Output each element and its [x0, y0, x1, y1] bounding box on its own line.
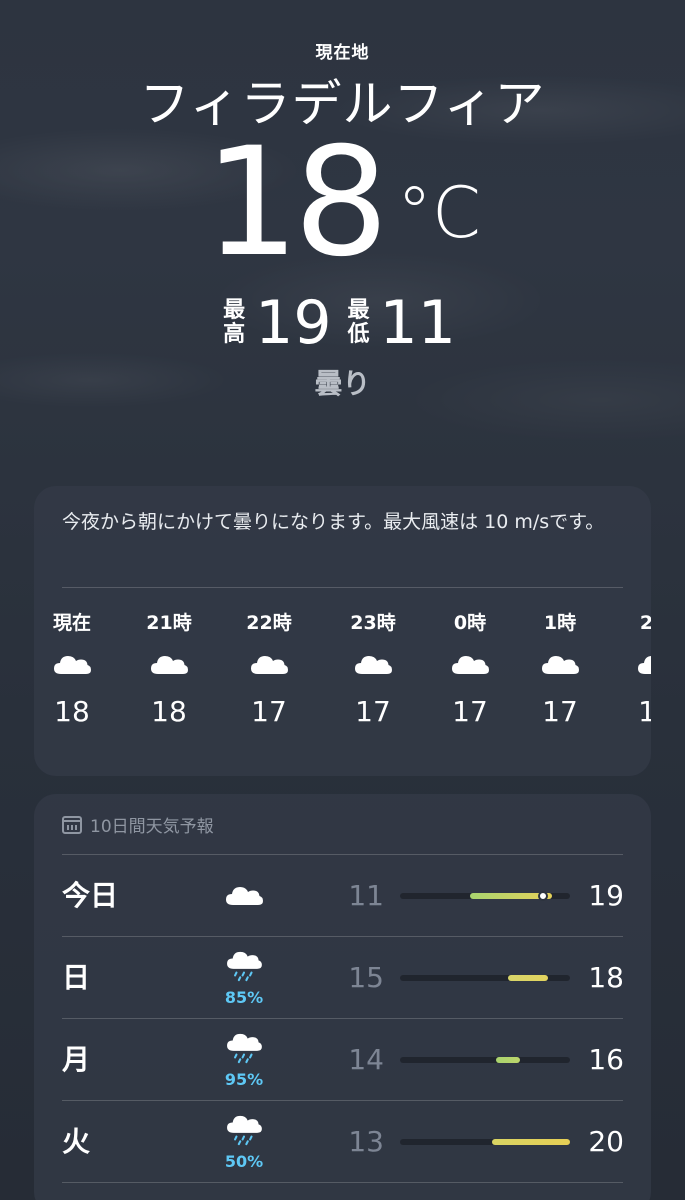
high-low: 最 高 19 最 低 11	[0, 292, 685, 354]
forecast-low: 11	[348, 879, 384, 912]
forecast-high: 18	[588, 961, 624, 994]
temperature-range-bar	[400, 1139, 570, 1145]
ten-day-forecast-card[interactable]: 10日間天気予報 今日 11 19 日 85% 15 18 月 95% 14 16 火 50% 13 20	[34, 794, 651, 1200]
hour-temperature: 18	[151, 695, 187, 728]
hour-label: 現在	[52, 612, 91, 634]
forecast-row[interactable]: 今日 11 19	[34, 855, 651, 937]
hour-label: 23時	[350, 612, 396, 634]
ten-day-title: 10日間天気予報	[90, 817, 214, 837]
forecast-high: 19	[588, 879, 624, 912]
low-value: 11	[379, 288, 456, 358]
hourly-item: 0時 17	[425, 608, 515, 732]
forecast-icon-wrap	[204, 855, 284, 937]
forecast-icon-wrap: 50%	[204, 1101, 284, 1183]
cloud-icon	[224, 882, 264, 911]
hour-label: 1時	[543, 612, 577, 634]
hour-temperature: 18	[54, 695, 90, 728]
calendar-icon	[62, 815, 82, 834]
temperature-range-bar	[400, 891, 570, 901]
temperature-range-fill	[492, 1139, 570, 1145]
cloud-rain-icon	[225, 1114, 263, 1150]
forecast-row[interactable]: 日 85% 15 18	[34, 937, 651, 1019]
hour-label: 22時	[246, 612, 292, 634]
current-temperature: 18 °C	[0, 128, 685, 288]
forecast-low: 13	[348, 1125, 384, 1158]
precip-chance: 50%	[224, 1151, 264, 1171]
high-label: 最 高	[223, 299, 245, 347]
hour-temperature: 17	[355, 695, 391, 728]
hourly-item: 2時 17	[611, 608, 651, 732]
high-label-2: 高	[223, 322, 246, 347]
forecast-row[interactable]: 月 95% 14 16	[34, 1019, 651, 1101]
temperature-range-bar	[400, 975, 570, 981]
cloud-icon	[425, 638, 515, 688]
low-label-1: 最	[347, 298, 370, 323]
hour-label: 2時	[639, 612, 651, 634]
forecast-icon-wrap: 95%	[204, 1019, 284, 1101]
forecast-high: 16	[588, 1043, 624, 1076]
cloud-rain-icon	[225, 1032, 263, 1068]
forecast-day: 火	[62, 1125, 91, 1158]
temperature-range-fill	[508, 975, 548, 981]
hour-temperature: 17	[638, 695, 651, 728]
cloud-icon	[224, 638, 314, 688]
hourly-item: 1時 17	[515, 608, 605, 732]
hour-label: 0時	[453, 612, 487, 634]
condition-label: 曇り	[314, 367, 371, 400]
forecast-day: 今日	[62, 879, 119, 912]
high-value: 19	[255, 288, 332, 358]
row-divider	[62, 1182, 623, 1183]
cloud-icon	[611, 638, 651, 688]
hour-label: 21時	[146, 612, 192, 634]
precip-chance: 95%	[224, 1069, 264, 1089]
temperature-range-fill	[496, 1057, 520, 1063]
forecast-row[interactable]: 火 50% 13 20	[34, 1101, 651, 1183]
hourly-forecast-card[interactable]: 今夜から朝にかけて曇りになります。最大風速は 10 m/sです。 現在 18 21時…	[34, 486, 651, 776]
hour-temperature: 17	[452, 695, 488, 728]
forecast-high: 20	[588, 1125, 624, 1158]
high-label-1: 最	[223, 298, 246, 323]
ten-day-header: 10日間天気予報	[62, 812, 214, 837]
precip-chance: 85%	[224, 987, 264, 1007]
forecast-low: 14	[348, 1043, 384, 1076]
forecast-icon-wrap: 85%	[204, 937, 284, 1019]
hourly-item: 22時 17	[224, 608, 314, 732]
cloud-icon	[515, 638, 605, 688]
hourly-scroll[interactable]: 現在 18 21時 18 22時 17 23時 17 0時 17 1時 17 2時 17	[34, 608, 651, 758]
cloud-rain-icon	[225, 950, 263, 986]
temperature-unit: °C	[396, 172, 481, 254]
temperature-range-bar	[400, 1057, 570, 1063]
hourly-item: 23時 17	[328, 608, 418, 732]
hour-temperature: 17	[542, 695, 578, 728]
cloud-icon	[34, 638, 117, 688]
hourly-item: 現在 18	[34, 608, 117, 732]
hourly-summary: 今夜から朝にかけて曇りになります。最大風速は 10 m/sです。	[62, 511, 605, 533]
forecast-low: 15	[348, 961, 384, 994]
low-label: 最 低	[348, 299, 370, 347]
hourly-item: 21時 18	[124, 608, 214, 732]
low-label-2: 低	[347, 322, 370, 347]
location-label: 現在地	[315, 43, 370, 63]
hour-temperature: 17	[251, 695, 287, 728]
temperature-value: 18	[204, 116, 389, 290]
forecast-day: 月	[62, 1043, 91, 1076]
cloud-icon	[328, 638, 418, 688]
cloud-icon	[124, 638, 214, 688]
hourly-divider	[62, 587, 623, 588]
forecast-day: 日	[62, 961, 91, 994]
current-temperature-dot	[538, 891, 548, 901]
